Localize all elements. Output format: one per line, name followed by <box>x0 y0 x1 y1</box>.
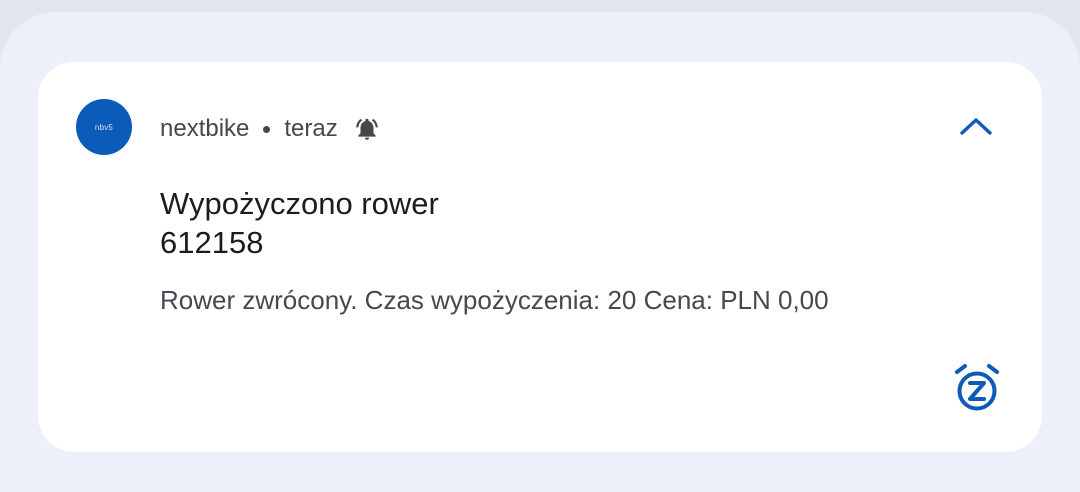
bell-icon <box>355 118 378 140</box>
separator-dot <box>263 125 271 133</box>
snooze-alarm-icon <box>955 364 999 411</box>
app-name: nextbike <box>160 115 250 142</box>
notification-card[interactable]: nbv5 nextbike teraz Wypożyczono rower 61… <box>38 62 1042 452</box>
notification-header: nextbike teraz <box>160 112 380 146</box>
notification-title: Wypożyczono rower 612158 <box>160 184 760 262</box>
notification-body: Rower zwrócony. Czas wypożyczenia: 20 Ce… <box>160 285 829 315</box>
expand-button[interactable] <box>944 102 1008 150</box>
notification-title-line2: 612158 <box>160 225 264 260</box>
nextbike-app-icon: nbv5 <box>76 99 132 155</box>
notification-time: teraz <box>284 115 338 142</box>
notification-shade: nbv5 nextbike teraz Wypożyczono rower 61… <box>0 12 1080 492</box>
chevron-up-icon <box>960 118 992 135</box>
snooze-button[interactable] <box>948 359 1006 417</box>
notification-title-line1: Wypożyczono rower <box>160 186 439 221</box>
app-icon-label: nbv5 <box>94 122 114 132</box>
